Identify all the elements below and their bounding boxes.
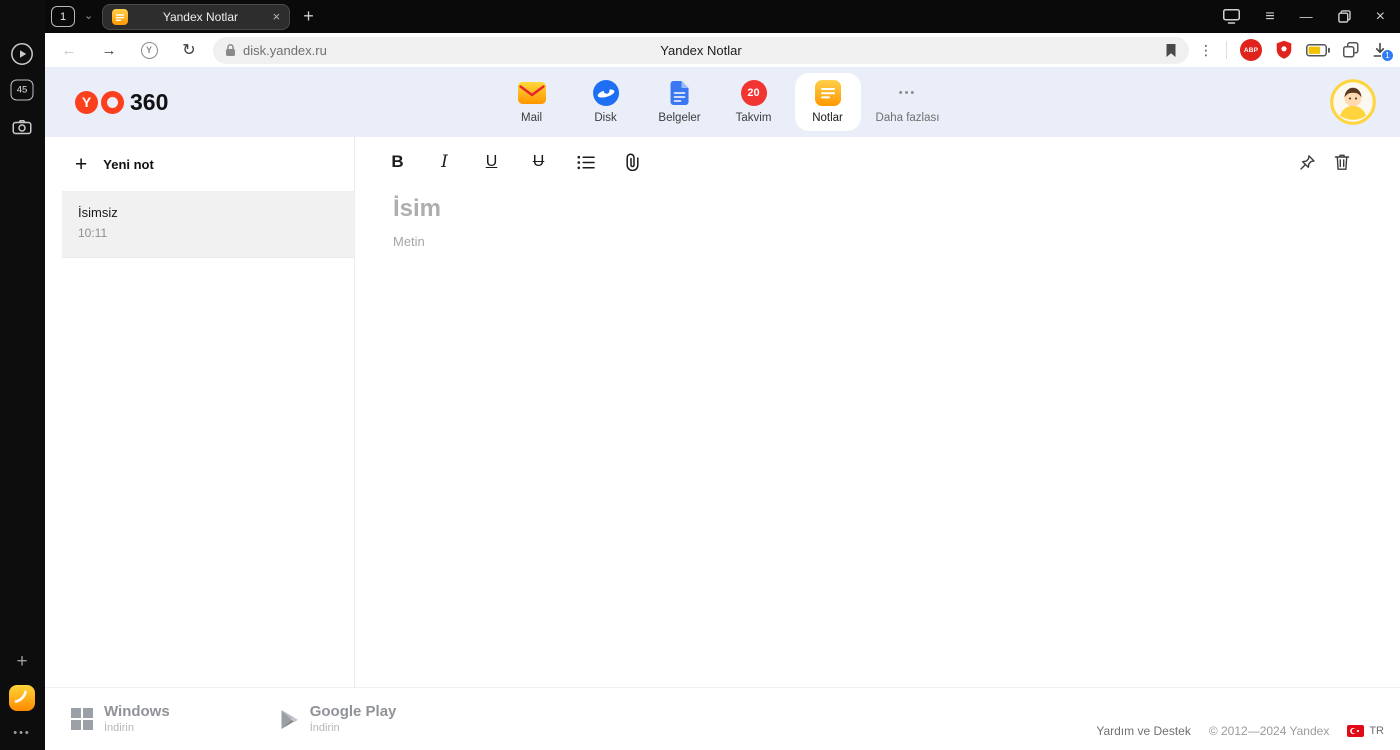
url-text: disk.yandex.ru [243,42,327,58]
sidebar-more-button[interactable]: ••• [13,727,31,739]
delete-button[interactable] [1334,146,1350,178]
avatar[interactable] [1330,79,1376,125]
shield-icon[interactable] [1275,40,1293,60]
strikethrough-button[interactable]: U [515,146,562,178]
language-selector[interactable]: TR [1347,725,1384,737]
menu-icon[interactable]: ≡ [1265,8,1274,25]
pin-button[interactable] [1299,146,1316,178]
bullet-list-button[interactable] [562,146,609,178]
yandex-protect-icon[interactable]: Y [129,41,169,59]
yandex-360-logo[interactable]: Y 360 [75,89,168,116]
calendar-date-badge: 20 [740,80,767,106]
address-page-title: Yandex Notlar [660,42,742,58]
app-header: Y 360 Mail Disk Belgeler 20 Takvim Notla… [45,67,1400,137]
tab-group-button[interactable]: 1 [51,6,75,27]
windows-download-link[interactable]: Windows İndirin [71,704,170,734]
note-title-placeholder[interactable]: İsim [393,195,1400,223]
tab-favicon [112,8,129,25]
cast-icon[interactable] [1223,9,1241,24]
underline-button[interactable]: U [468,146,515,178]
close-button[interactable]: × [1376,8,1385,25]
help-link[interactable]: Yardım ve Destek [1096,724,1190,738]
adblock-plus-icon[interactable]: ABP [1240,39,1262,61]
yandex-y-icon: Y [75,90,98,114]
page-footer: Windows İndirin Google Play İndirin Yard… [45,687,1400,750]
note-editor: B I U U İsim Metin [356,137,1400,687]
battery-icon[interactable] [1306,43,1330,57]
calendar-icon: 20 [740,80,767,106]
browser-sidebar: 45 + ••• [0,0,45,750]
collections-icon[interactable] [1343,42,1359,58]
address-bar[interactable]: Yandex Notlar disk.yandex.ru [213,36,1189,64]
avatar-image [1330,79,1376,125]
app-nav: Mail Disk Belgeler 20 Takvim Notlar ••• … [499,73,947,131]
downloads-button[interactable]: 1 [1372,42,1394,62]
bookmark-icon[interactable] [1165,43,1177,58]
tab-close-icon[interactable]: × [273,10,281,23]
nav-mail[interactable]: Mail [499,73,565,131]
footer-links: Yardım ve Destek © 2012—2024 Yandex TR [1096,724,1384,738]
nav-takvim[interactable]: 20 Takvim [721,73,787,131]
tab-title: Yandex Notlar [162,9,238,24]
toolbar-extensions: ⋮ ABP 1 [1199,39,1394,62]
tab-group-label: 1 [59,10,67,23]
documents-icon [669,80,690,106]
note-title: İsimsiz [78,205,118,220]
plus-icon: + [16,651,28,672]
back-button[interactable]: ← [49,42,89,59]
windows-icon [71,708,93,730]
new-note-button[interactable]: + Yeni not [62,137,354,192]
nav-belgeler[interactable]: Belgeler [647,73,713,131]
maximize-button[interactable] [1337,10,1351,23]
editor-actions [1299,146,1350,178]
mail-icon [517,80,546,106]
italic-button[interactable]: I [421,146,468,178]
tab-counter-label: 45 [10,79,34,101]
tab-strip: 1 ⌄ Yandex Notlar × + ≡ — × [45,0,1400,33]
new-tab-button[interactable]: + [303,6,314,27]
logo-360-text: 360 [130,88,169,115]
nav-notlar[interactable]: Notlar [794,73,861,131]
kebab-menu-icon[interactable]: ⋮ [1199,42,1213,59]
sidebar-add-button[interactable]: + [16,651,27,673]
note-list-item[interactable]: İsimsiz 10:11 [62,192,354,258]
attach-button[interactable] [609,146,656,178]
download-count-badge: 1 [1381,49,1394,62]
ellipsis-icon: ••• [13,727,31,739]
nav-disk[interactable]: Disk [573,73,639,131]
play-button[interactable] [10,42,34,66]
yandex-o-icon [101,90,124,114]
lock-icon [225,43,236,57]
google-play-icon [280,709,299,730]
yandex-browser-icon[interactable] [9,685,35,711]
note-body-placeholder[interactable]: Metin [393,234,1400,249]
window-controls: ≡ — × [1223,8,1385,25]
google-play-download-link[interactable]: Google Play İndirin [280,704,396,734]
browser-toolbar: ← → Y ↻ Yandex Notlar disk.yandex.ru ⋮ A… [45,33,1400,67]
nav-daha-fazlasi[interactable]: ••• Daha fazlası [869,73,947,131]
copyright-text: © 2012—2024 Yandex [1208,724,1330,738]
editor-toolbar: B I U U [356,137,1400,187]
note-time: 10:11 [78,226,108,240]
browser-window: 45 + ••• 1 ⌄ Yandex Notlar × + ≡ — × ← →… [0,0,1400,750]
tab-yandex-notlar[interactable]: Yandex Notlar × [102,3,291,30]
language-code: TR [1369,725,1384,737]
tab-counter-button[interactable]: 45 [10,79,34,101]
bold-button[interactable]: B [374,146,421,178]
chevron-down-icon[interactable]: ⌄ [84,11,93,22]
divider [1226,41,1227,59]
more-icon: ••• [898,87,917,99]
turkey-flag-icon [1347,725,1365,737]
disk-icon [592,80,619,106]
screenshot-button[interactable] [12,119,32,135]
reload-button[interactable]: ↻ [169,40,209,60]
notes-list-panel: + Yeni not İsimsiz 10:11 [62,137,355,687]
notes-icon [814,80,841,106]
forward-button[interactable]: → [89,42,129,59]
minimize-button[interactable]: — [1300,10,1313,23]
plus-icon: + [75,152,88,176]
